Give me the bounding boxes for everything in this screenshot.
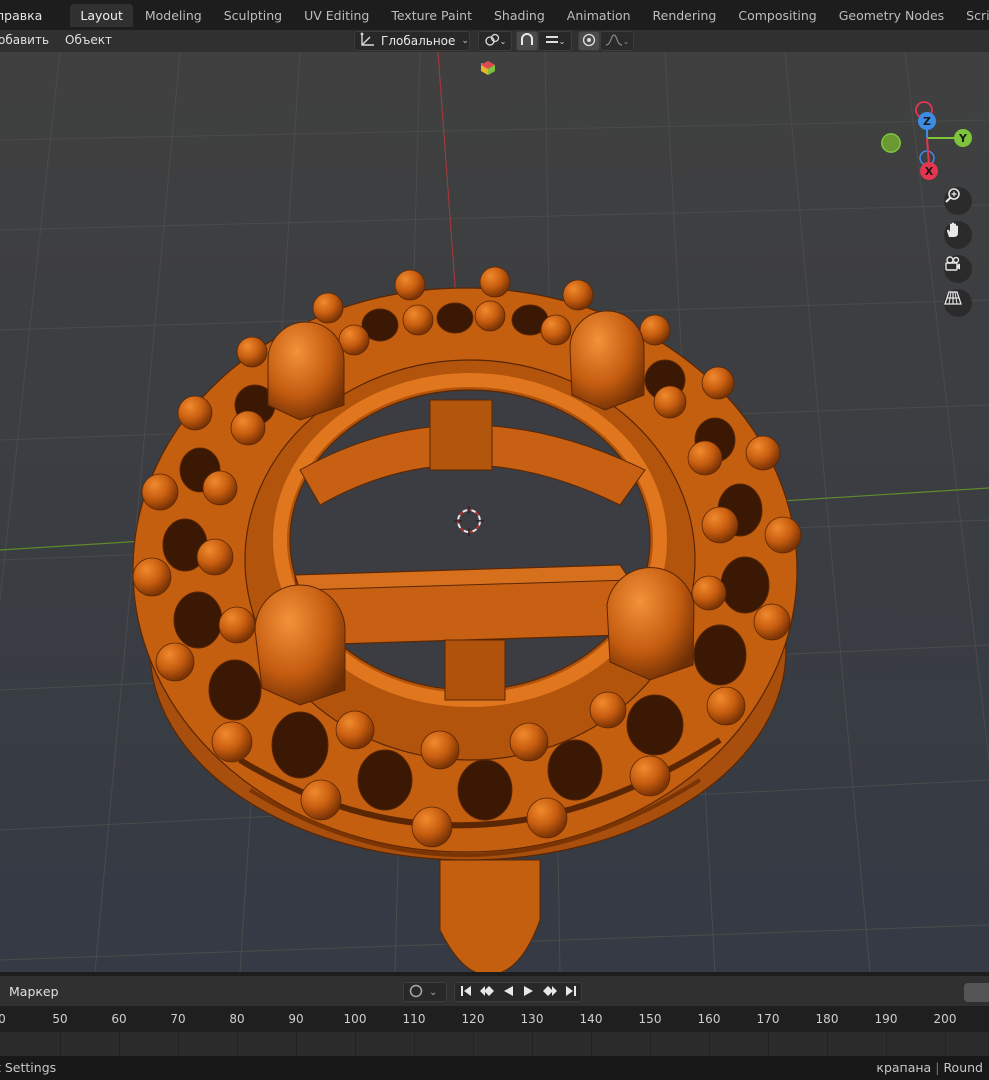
status-right: крапана | Round bbox=[876, 1060, 983, 1075]
frame-ruler[interactable]: 0 50 60 70 80 90 100 110 120 130 140 150… bbox=[0, 1006, 989, 1032]
tab-texture-paint[interactable]: Texture Paint bbox=[381, 4, 482, 27]
tab-compositing[interactable]: Compositing bbox=[728, 4, 826, 27]
play-icon bbox=[523, 985, 535, 1000]
tab-sculpting[interactable]: Sculpting bbox=[214, 4, 292, 27]
pivot-icon bbox=[484, 33, 500, 50]
play-reverse-icon bbox=[502, 985, 514, 1000]
timeline-header: Маркер ⌄ bbox=[0, 976, 989, 1006]
frame-label: 100 bbox=[343, 1012, 367, 1026]
status-bar: t Settings крапана | Round bbox=[0, 1056, 989, 1080]
jump-end-button[interactable] bbox=[560, 983, 581, 1001]
frame-label: 200 bbox=[933, 1012, 957, 1026]
frame-label: 120 bbox=[461, 1012, 485, 1026]
chevron-down-icon: ⌄ bbox=[558, 36, 566, 46]
zoom-button[interactable] bbox=[944, 187, 972, 215]
marker-menu[interactable]: Маркер bbox=[9, 984, 59, 999]
snap-toggle[interactable] bbox=[516, 31, 538, 51]
frame-label: 50 bbox=[52, 1012, 68, 1026]
transform-orientation-icon bbox=[359, 32, 377, 51]
snap-icon bbox=[519, 32, 535, 50]
frame-label: 0 bbox=[0, 1012, 6, 1026]
next-keyframe-icon bbox=[542, 985, 558, 1000]
viewport-canvas: Z Y X bbox=[0, 52, 989, 972]
viewport-header: обавить Объект Глобальное ⌄ ⌄ ⌄ ⌄ bbox=[0, 30, 989, 52]
tab-uv-editing[interactable]: UV Editing bbox=[294, 4, 379, 27]
frame-label: 150 bbox=[638, 1012, 662, 1026]
jump-start-icon bbox=[460, 985, 472, 1000]
status-mesh-name: Round bbox=[943, 1060, 983, 1075]
record-circle-icon bbox=[409, 984, 423, 1001]
pivot-point-button[interactable]: ⌄ bbox=[478, 31, 512, 51]
orientation-label: Глобальное bbox=[381, 34, 456, 48]
frame-label: 170 bbox=[756, 1012, 780, 1026]
tab-rendering[interactable]: Rendering bbox=[643, 4, 727, 27]
proportional-edit-toggle[interactable] bbox=[578, 31, 600, 51]
tab-scripting[interactable]: Scripting bbox=[956, 4, 989, 27]
chevron-down-icon: ⌄ bbox=[622, 36, 630, 46]
frame-label: 180 bbox=[815, 1012, 839, 1026]
3d-viewport[interactable]: Z Y X > bbox=[0, 52, 989, 972]
proportional-edit-icon bbox=[582, 33, 596, 50]
falloff-icon bbox=[605, 33, 623, 49]
status-left-text: t Settings bbox=[0, 1060, 57, 1075]
chevron-down-icon: ⌄ bbox=[429, 986, 438, 998]
frame-label: 90 bbox=[288, 1012, 304, 1026]
frame-label: 160 bbox=[697, 1012, 721, 1026]
jump-prev-keyframe-button[interactable] bbox=[476, 983, 497, 1001]
status-object-name: крапана bbox=[876, 1060, 932, 1075]
jump-end-icon bbox=[565, 985, 577, 1000]
top-menu-bar: правка Layout Modeling Sculpting UV Edit… bbox=[0, 0, 989, 30]
camera-view-button[interactable] bbox=[944, 255, 972, 283]
pan-button[interactable] bbox=[944, 221, 972, 249]
tab-animation[interactable]: Animation bbox=[557, 4, 641, 27]
play-reverse-button[interactable] bbox=[497, 983, 518, 1001]
perspective-toggle-button[interactable] bbox=[944, 289, 972, 317]
tab-modeling[interactable]: Modeling bbox=[135, 4, 212, 27]
menu-add[interactable]: обавить bbox=[0, 33, 49, 47]
frame-label: 110 bbox=[402, 1012, 426, 1026]
tab-shading[interactable]: Shading bbox=[484, 4, 555, 27]
jump-next-keyframe-button[interactable] bbox=[539, 983, 560, 1001]
frame-label: 190 bbox=[874, 1012, 898, 1026]
menu-object[interactable]: Объект bbox=[65, 33, 112, 47]
tab-layout[interactable]: Layout bbox=[70, 3, 133, 27]
chevron-down-icon: ⌄ bbox=[461, 36, 469, 46]
frame-label: 80 bbox=[229, 1012, 245, 1026]
gizmo-x-label: X bbox=[925, 165, 934, 178]
gizmo-y-label: Y bbox=[958, 132, 968, 145]
playback-controls bbox=[454, 982, 582, 1002]
jump-start-button[interactable] bbox=[455, 983, 476, 1001]
chevron-down-icon: ⌄ bbox=[499, 36, 507, 46]
frame-label: 60 bbox=[111, 1012, 127, 1026]
menu-help[interactable]: правка bbox=[0, 8, 48, 23]
timeline-tracks[interactable] bbox=[0, 1032, 989, 1056]
gizmo-z-label: Z bbox=[923, 115, 931, 128]
timeline-extra-button[interactable] bbox=[964, 983, 989, 1002]
auto-keying-toggle[interactable]: ⌄ bbox=[403, 982, 447, 1002]
snap-increment-icon bbox=[545, 34, 559, 49]
play-button[interactable] bbox=[518, 983, 539, 1001]
frame-label: 70 bbox=[170, 1012, 186, 1026]
frame-label: 130 bbox=[520, 1012, 544, 1026]
prev-keyframe-icon bbox=[479, 985, 495, 1000]
falloff-dropdown[interactable]: ⌄ bbox=[600, 31, 634, 51]
frame-label: 140 bbox=[579, 1012, 603, 1026]
snap-element-dropdown[interactable]: ⌄ bbox=[538, 31, 572, 51]
transform-orientation-dropdown[interactable]: Глобальное ⌄ bbox=[354, 31, 470, 51]
viewport-toolbar-toggle[interactable]: > bbox=[480, 60, 495, 75]
tab-geometry-nodes[interactable]: Geometry Nodes bbox=[829, 4, 954, 27]
